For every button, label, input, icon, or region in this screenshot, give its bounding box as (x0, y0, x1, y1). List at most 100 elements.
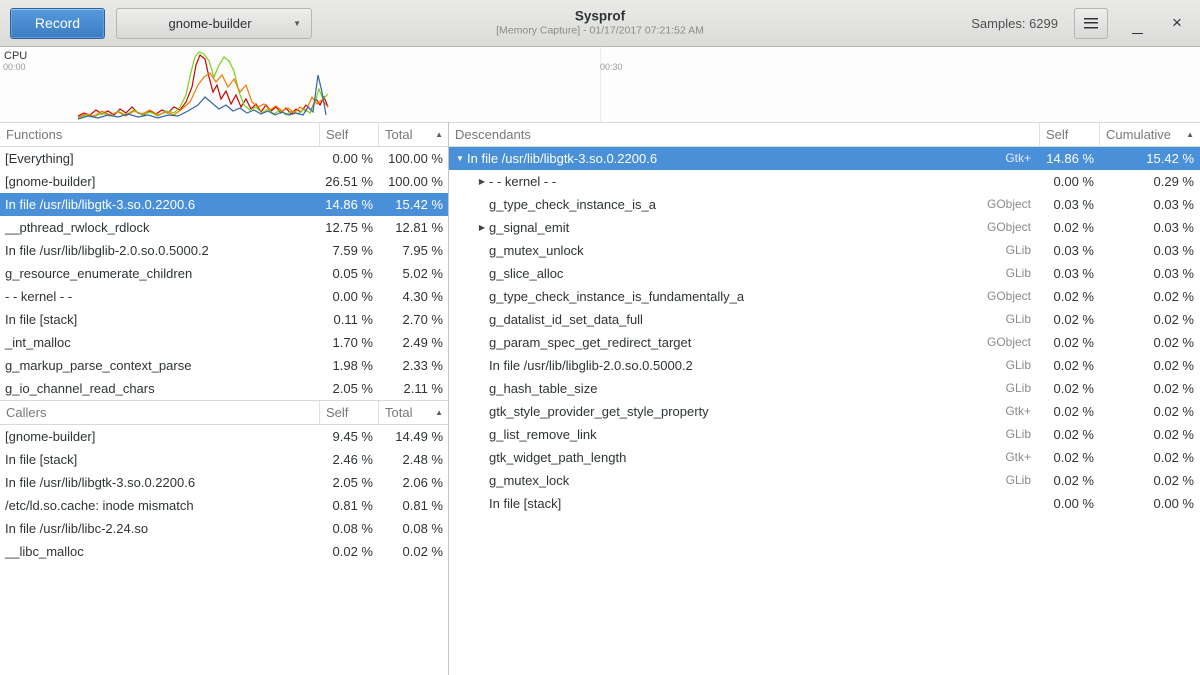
table-row[interactable]: ▶- - kernel - -0.00 %0.29 % (449, 170, 1200, 193)
expander-spacer (475, 469, 489, 492)
table-row[interactable]: - - kernel - -0.00 %4.30 % (0, 285, 448, 308)
cpu-line-green (78, 52, 328, 118)
table-row[interactable]: In file [stack]0.11 %2.70 % (0, 308, 448, 331)
cpu-timeline-graph[interactable]: CPU 00:00 00:30 (0, 47, 1200, 122)
descendant-name: In file /usr/lib/libglib-2.0.so.0.5000.2 (489, 354, 693, 377)
table-row[interactable]: [Everything]0.00 %100.00 % (0, 147, 448, 170)
descendant-name-cell: In file /usr/lib/libglib-2.0.so.0.5000.2… (449, 354, 1040, 377)
column-header-callers[interactable]: Callers (0, 401, 320, 424)
column-header-label: Descendants (455, 123, 531, 146)
expander-spacer (475, 377, 489, 400)
library-category-label: Gtk+ (1005, 147, 1040, 170)
expander-closed-icon[interactable]: ▶ (475, 170, 489, 193)
table-row[interactable]: In file /usr/lib/libglib-2.0.so.0.5000.2… (0, 239, 448, 262)
table-row[interactable]: g_type_check_instance_is_aGObject0.03 %0… (449, 193, 1200, 216)
column-header-self[interactable]: Self (320, 401, 379, 424)
library-category-label: Gtk+ (1005, 400, 1040, 423)
table-row[interactable]: In file /usr/lib/libgtk-3.so.0.2200.62.0… (0, 471, 448, 494)
table-row[interactable]: In file /usr/lib/libgtk-3.so.0.2200.614.… (0, 193, 448, 216)
table-row[interactable]: In file /usr/lib/libc-2.24.so0.08 %0.08 … (0, 517, 448, 540)
function-name: In file [stack] (0, 308, 320, 331)
cpu-line-orange (78, 73, 328, 117)
column-header-self[interactable]: Self (320, 123, 379, 146)
table-row[interactable]: [gnome-builder]9.45 %14.49 % (0, 425, 448, 448)
total-percent: 5.02 % (379, 262, 449, 285)
process-selector-dropdown[interactable]: gnome-builder ▼ (116, 8, 312, 39)
self-percent: 14.86 % (320, 193, 379, 216)
function-name: _int_malloc (0, 331, 320, 354)
total-percent: 4.30 % (379, 285, 449, 308)
table-row[interactable]: g_slice_allocGLib0.03 %0.03 % (449, 262, 1200, 285)
sort-indicator-icon: ▲ (429, 123, 443, 146)
table-row[interactable]: g_list_remove_linkGLib0.02 %0.02 % (449, 423, 1200, 446)
table-row[interactable]: ▼In file /usr/lib/libgtk-3.so.0.2200.6Gt… (449, 147, 1200, 170)
table-row[interactable]: [gnome-builder]26.51 %100.00 % (0, 170, 448, 193)
descendant-name-cell: g_param_spec_get_redirect_targetGObject (449, 331, 1040, 354)
table-row[interactable]: In file /usr/lib/libglib-2.0.so.0.5000.2… (449, 354, 1200, 377)
descendant-name: - - kernel - - (489, 170, 556, 193)
column-header-descendants[interactable]: Descendants (449, 123, 1040, 146)
column-header-self[interactable]: Self (1040, 123, 1100, 146)
self-percent: 0.02 % (1040, 423, 1100, 446)
table-row[interactable]: g_hash_table_sizeGLib0.02 %0.02 % (449, 377, 1200, 400)
column-header-cumulative[interactable]: Cumulative ▲ (1100, 123, 1200, 146)
table-row[interactable]: _int_malloc1.70 %2.49 % (0, 331, 448, 354)
table-row[interactable]: /etc/ld.so.cache: inode mismatch0.81 %0.… (0, 494, 448, 517)
descendant-name-cell: ▶g_signal_emitGObject (449, 216, 1040, 239)
table-row[interactable]: g_markup_parse_context_parse1.98 %2.33 % (0, 354, 448, 377)
column-header-functions[interactable]: Functions (0, 123, 320, 146)
sysprof-window: Record gnome-builder ▼ Sysprof [Memory C… (0, 0, 1200, 675)
descendant-name: g_type_check_instance_is_a (489, 193, 656, 216)
expander-open-icon[interactable]: ▼ (453, 147, 467, 170)
cumulative-percent: 0.02 % (1100, 308, 1200, 331)
close-button[interactable]: × (1164, 8, 1190, 39)
right-panel-empty-area (449, 515, 1200, 675)
samples-count: Samples: 6299 (971, 16, 1058, 31)
close-icon: × (1172, 13, 1182, 32)
table-row[interactable]: gtk_widget_path_lengthGtk+0.02 %0.02 % (449, 446, 1200, 469)
descendants-panel: Descendants Self Cumulative ▲ ▼In file /… (449, 122, 1200, 675)
column-header-label: Self (1046, 123, 1068, 146)
record-button[interactable]: Record (10, 8, 105, 39)
minimize-icon (1132, 33, 1143, 34)
table-row[interactable]: g_mutex_unlockGLib0.03 %0.03 % (449, 239, 1200, 262)
table-row[interactable]: g_mutex_lockGLib0.02 %0.02 % (449, 469, 1200, 492)
table-row[interactable]: __pthread_rwlock_rdlock12.75 %12.81 % (0, 216, 448, 239)
self-percent: 1.98 % (320, 354, 379, 377)
caller-name: In file /usr/lib/libgtk-3.so.0.2200.6 (0, 471, 320, 494)
cumulative-percent: 0.03 % (1100, 262, 1200, 285)
column-header-total[interactable]: Total ▲ (379, 123, 449, 146)
window-title-block: Sysprof [Memory Capture] - 01/17/2017 07… (496, 9, 704, 38)
descendant-name-cell: gtk_widget_path_lengthGtk+ (449, 446, 1040, 469)
header-right-cluster: Samples: 6299 × (971, 8, 1190, 39)
descendant-name-cell: ▼In file /usr/lib/libgtk-3.so.0.2200.6Gt… (449, 147, 1040, 170)
table-row[interactable]: g_datalist_id_set_data_fullGLib0.02 %0.0… (449, 308, 1200, 331)
cumulative-percent: 0.02 % (1100, 285, 1200, 308)
table-row[interactable]: In file [stack]0.00 %0.00 % (449, 492, 1200, 515)
cumulative-percent: 0.29 % (1100, 170, 1200, 193)
app-title: Sysprof (496, 9, 704, 25)
self-percent: 0.02 % (1040, 331, 1100, 354)
callers-table-header: Callers Self Total ▲ (0, 400, 448, 425)
left-panel: Functions Self Total ▲ [Everything]0.00 … (0, 122, 449, 675)
table-row[interactable]: g_param_spec_get_redirect_targetGObject0… (449, 331, 1200, 354)
library-category-label: GLib (1006, 354, 1040, 377)
table-row[interactable]: g_resource_enumerate_children0.05 %5.02 … (0, 262, 448, 285)
table-row[interactable]: __libc_malloc0.02 %0.02 % (0, 540, 448, 563)
table-row[interactable]: In file [stack]2.46 %2.48 % (0, 448, 448, 471)
table-row[interactable]: gtk_style_provider_get_style_propertyGtk… (449, 400, 1200, 423)
expander-closed-icon[interactable]: ▶ (475, 216, 489, 239)
self-percent: 0.02 % (1040, 446, 1100, 469)
descendant-name-cell: g_list_remove_linkGLib (449, 423, 1040, 446)
minimize-button[interactable] (1124, 8, 1150, 39)
descendant-name-cell: g_mutex_unlockGLib (449, 239, 1040, 262)
expander-spacer (475, 262, 489, 285)
table-row[interactable]: g_type_check_instance_is_fundamentally_a… (449, 285, 1200, 308)
total-percent: 2.49 % (379, 331, 449, 354)
table-row[interactable]: g_io_channel_read_chars2.05 %2.11 % (0, 377, 448, 400)
column-header-total[interactable]: Total ▲ (379, 401, 449, 424)
descendant-name: g_mutex_lock (489, 469, 569, 492)
expander-spacer (475, 423, 489, 446)
table-row[interactable]: ▶g_signal_emitGObject0.02 %0.03 % (449, 216, 1200, 239)
menu-button[interactable] (1074, 8, 1108, 39)
